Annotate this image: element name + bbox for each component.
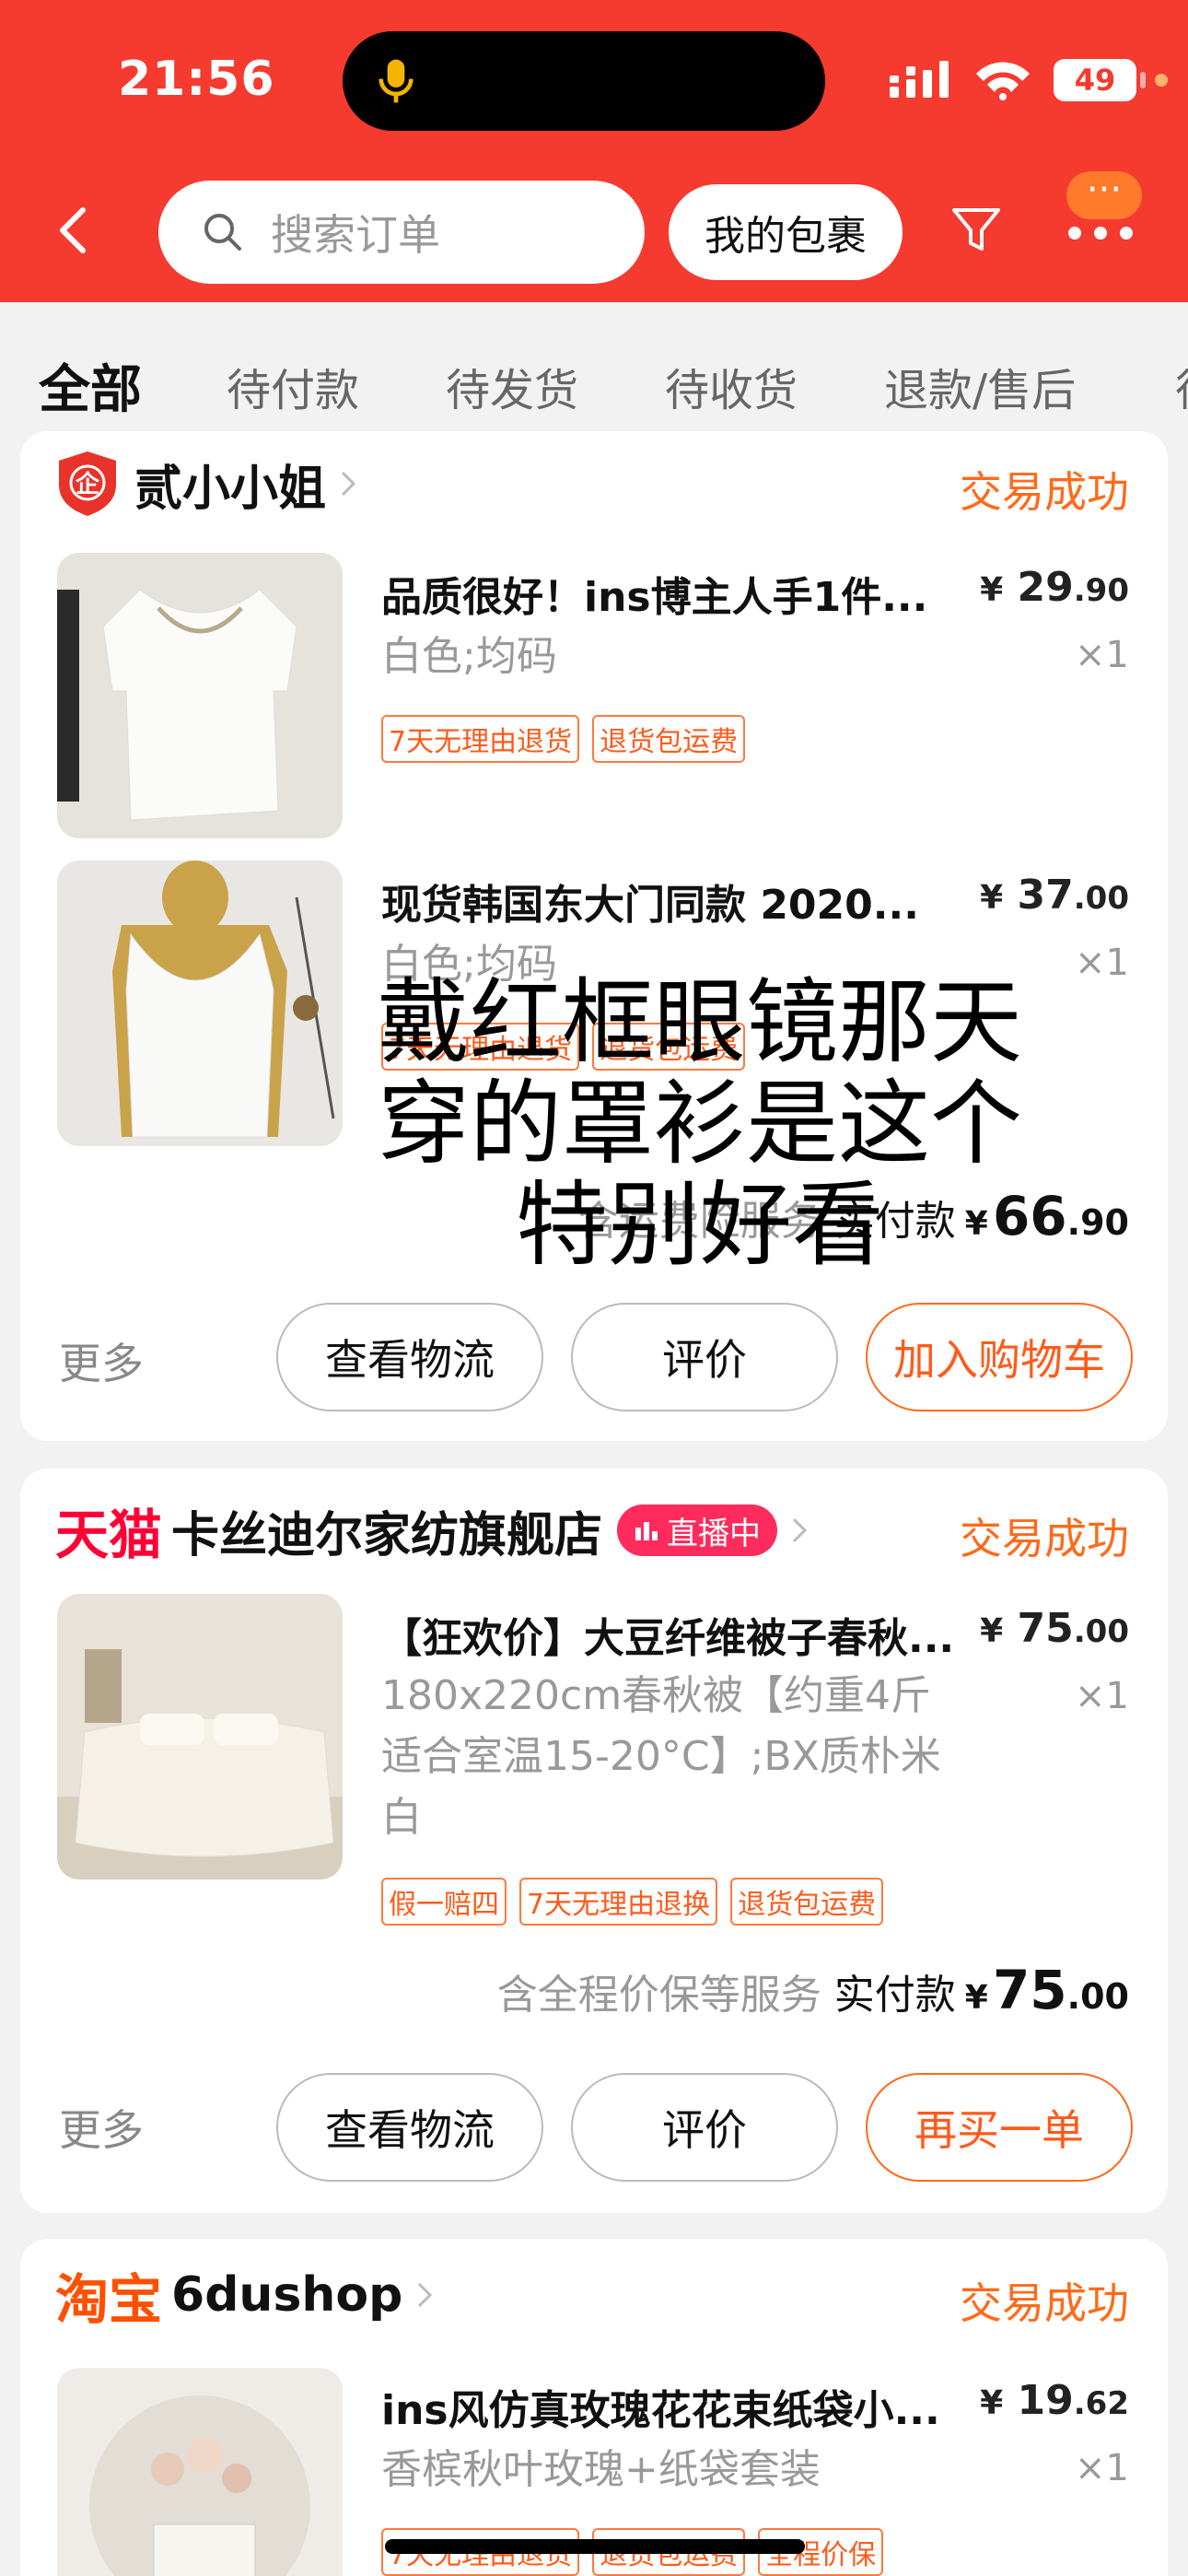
more-dots-icon	[1068, 227, 1133, 240]
product-spec: 香槟秋叶玫瑰+纸袋套装	[381, 2446, 821, 2493]
view-logistics-button[interactable]: 查看物流	[276, 1303, 543, 1411]
tab-pending-review[interactable]: 待	[1175, 354, 1188, 418]
view-logistics-button[interactable]: 查看物流	[276, 2073, 543, 2182]
product-image[interactable]	[57, 861, 343, 1146]
order-status: 交易成功	[960, 2278, 1129, 2328]
shop-name: 贰小小姐	[134, 461, 327, 517]
enterprise-shield-icon: 企	[59, 451, 116, 516]
home-indicator[interactable]	[385, 2539, 805, 2554]
more-menu-button[interactable]: ···	[1059, 171, 1142, 260]
service-tag: 7天无理由退换	[519, 1878, 718, 1926]
tab-refund-aftersale[interactable]: 退款/售后	[884, 354, 1076, 418]
search-input[interactable]: 搜索订单	[158, 181, 645, 284]
product-spec: 180x220cm春秋被【约重4斤 适合室温15-20°C】;BX质朴米 白	[381, 1672, 941, 1841]
order-card: 淘宝 6dushop 交易成功 ins风仿真玫瑰花花束纸袋小... ¥ 19.6…	[20, 2239, 1168, 2576]
top-header: 21:56 49 搜索订单 我的包裹 ···	[0, 0, 1188, 302]
service-tag: 7天无理由退货	[381, 715, 580, 763]
caption-line: 特别好看	[516, 1171, 884, 1279]
order-card: 企 贰小小姐 交易成功 品质很好！ins博主人手1件... ¥ 29.90 白色…	[20, 431, 1168, 1441]
order-service-info: 含全程价保等服务	[496, 1972, 821, 2019]
taobao-logo: 淘宝	[55, 2268, 163, 2331]
tmall-logo: 天猫	[55, 1504, 163, 1566]
shop-header[interactable]: 企 贰小小姐	[55, 450, 359, 518]
tab-all[interactable]: 全部	[39, 348, 142, 423]
tab-pending-receipt[interactable]: 待收货	[665, 354, 798, 418]
filter-icon[interactable]	[949, 203, 1004, 258]
tab-pending-shipment[interactable]: 待发货	[446, 354, 578, 418]
service-tags: 7天无理由退货 退货包运费	[381, 715, 746, 763]
battery-indicator: 49	[1054, 59, 1146, 101]
service-tags: 假一赔四 7天无理由退换 退货包运费	[381, 1878, 884, 1926]
product-price: ¥ 75.00	[980, 1605, 1129, 1652]
review-button[interactable]: 评价	[571, 2073, 838, 2182]
wifi-icon	[976, 62, 1030, 100]
chevron-right-icon	[418, 2282, 433, 2308]
message-badge: ···	[1066, 171, 1142, 219]
live-badge[interactable]: 直播中	[617, 1505, 778, 1556]
paid-label: 实付款	[833, 1972, 956, 2019]
order-total: 含全程价保等服务 实付款 ¥ 75.00	[496, 1959, 1129, 2021]
cellular-signal-icon	[890, 61, 949, 98]
product-title[interactable]: 现货韩国东大门同款 2020...	[381, 872, 919, 931]
status-icons: 49	[888, 59, 1168, 101]
product-price: ¥ 29.90	[980, 564, 1129, 611]
overlay-caption: 戴红框眼镜那天 穿的罩衫是这个 特别好看	[378, 972, 1077, 1276]
tab-pending-payment[interactable]: 待付款	[227, 354, 359, 418]
product-title[interactable]: 品质很好！ins博主人手1件...	[381, 564, 927, 623]
product-image[interactable]	[57, 2368, 343, 2576]
shop-name: 卡丝迪尔家纺旗舰店	[171, 1507, 603, 1563]
product-quantity: ×1	[1075, 634, 1129, 676]
order-status: 交易成功	[960, 467, 1129, 517]
more-actions-link[interactable]: 更多	[59, 2097, 144, 2158]
product-price: ¥ 37.00	[980, 872, 1129, 919]
order-card: 天猫 卡丝迪尔家纺旗舰店 直播中 交易成功 【狂欢价】大豆纤维被子春秋... ¥…	[20, 1469, 1168, 2213]
order-status: 交易成功	[960, 1514, 1129, 1563]
caption-line: 戴红框眼镜那天	[378, 968, 1022, 1076]
product-image[interactable]	[57, 553, 343, 838]
product-price: ¥ 19.62	[980, 2377, 1129, 2424]
dynamic-island	[343, 31, 825, 131]
back-arrow-icon[interactable]	[52, 203, 92, 258]
product-quantity: ×1	[1075, 2447, 1129, 2489]
buy-again-button[interactable]: 再买一单	[866, 2073, 1133, 2182]
order-status-tabs: 全部 待付款 待发货 待收货 退款/售后 待	[0, 302, 1188, 431]
review-button[interactable]: 评价	[571, 1303, 838, 1411]
chevron-right-icon	[341, 471, 356, 497]
svg-text:企: 企	[76, 470, 100, 498]
product-title[interactable]: 【狂欢价】大豆纤维被子春秋...	[381, 1605, 954, 1664]
microphone-icon	[379, 59, 413, 103]
shop-header[interactable]: 淘宝 6dushop	[55, 2261, 436, 2331]
add-to-cart-button[interactable]: 加入购物车	[866, 1303, 1133, 1411]
status-time: 21:56	[118, 52, 275, 107]
live-bars-icon	[635, 1522, 658, 1540]
service-tag: 退货包运费	[592, 715, 746, 763]
shop-name: 6dushop	[171, 2267, 403, 2323]
product-quantity: ×1	[1075, 942, 1129, 984]
product-quantity: ×1	[1075, 1675, 1129, 1717]
shop-header[interactable]: 天猫 卡丝迪尔家纺旗舰店 直播中	[55, 1496, 810, 1566]
chevron-right-icon	[792, 1517, 808, 1543]
more-actions-link[interactable]: 更多	[59, 1330, 144, 1391]
search-placeholder: 搜索订单	[271, 210, 440, 260]
product-title[interactable]: ins风仿真玫瑰花花束纸袋小...	[381, 2377, 940, 2436]
product-spec: 白色;均码	[381, 633, 557, 680]
product-image[interactable]	[57, 1594, 343, 1879]
caption-line: 穿的罩衫是这个	[378, 1070, 1022, 1177]
service-tag: 假一赔四	[381, 1878, 507, 1926]
privacy-indicator-dot	[1155, 74, 1168, 87]
service-tag: 退货包运费	[730, 1878, 884, 1926]
my-packages-button[interactable]: 我的包裹	[669, 184, 903, 280]
search-icon	[204, 214, 241, 251]
